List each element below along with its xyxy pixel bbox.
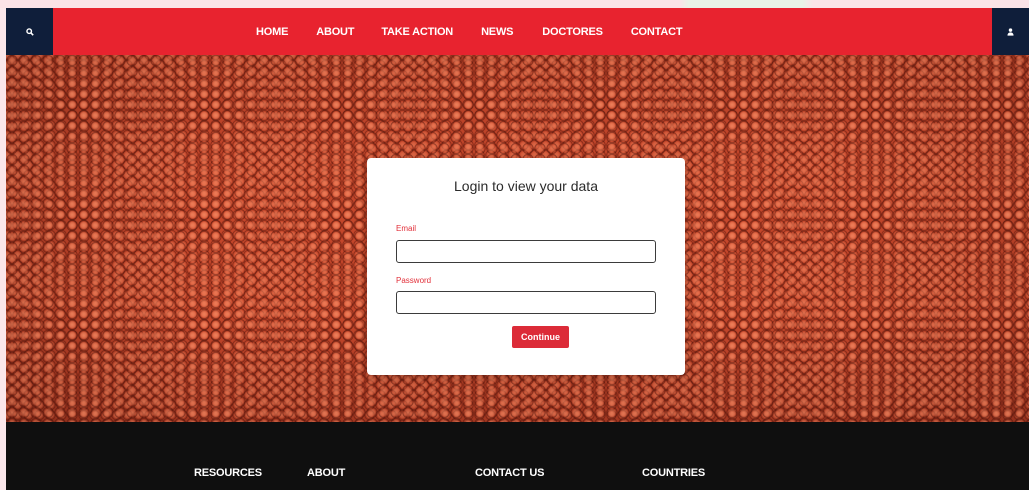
navbar: HOME ABOUT TAKE ACTION NEWS DOCTORES CON… xyxy=(6,8,1029,55)
footer: RESOURCES ABOUT CONTACT US COUNTRIES xyxy=(6,422,1029,490)
footer-heading-countries: COUNTRIES xyxy=(642,467,705,479)
nav-link-contact[interactable]: CONTACT xyxy=(631,26,683,38)
email-label: Email xyxy=(396,224,417,233)
user-icon xyxy=(1007,27,1014,36)
nav-link-about[interactable]: ABOUT xyxy=(316,26,354,38)
password-label: Password xyxy=(396,276,432,285)
continue-button[interactable]: Continue xyxy=(512,326,569,348)
nav-link-news[interactable]: NEWS xyxy=(481,26,513,38)
nav-link-home[interactable]: HOME xyxy=(256,26,288,38)
search-icon xyxy=(25,27,34,36)
password-input[interactable] xyxy=(396,291,656,314)
nav-link-doctores[interactable]: DOCTORES xyxy=(542,26,603,38)
user-button[interactable] xyxy=(992,8,1029,55)
main-nav: HOME ABOUT TAKE ACTION NEWS DOCTORES CON… xyxy=(256,8,710,55)
login-title: Login to view your data xyxy=(454,178,598,194)
footer-heading-about: ABOUT xyxy=(307,467,346,479)
search-button[interactable] xyxy=(6,8,53,55)
top-strip xyxy=(0,0,1029,8)
nav-link-take-action[interactable]: TAKE ACTION xyxy=(381,26,453,38)
footer-heading-resources: RESOURCES xyxy=(194,467,262,479)
footer-heading-contact-us: CONTACT US xyxy=(475,467,545,479)
email-input[interactable] xyxy=(396,240,656,263)
login-card: Login to view your data Email Password C… xyxy=(367,158,685,375)
